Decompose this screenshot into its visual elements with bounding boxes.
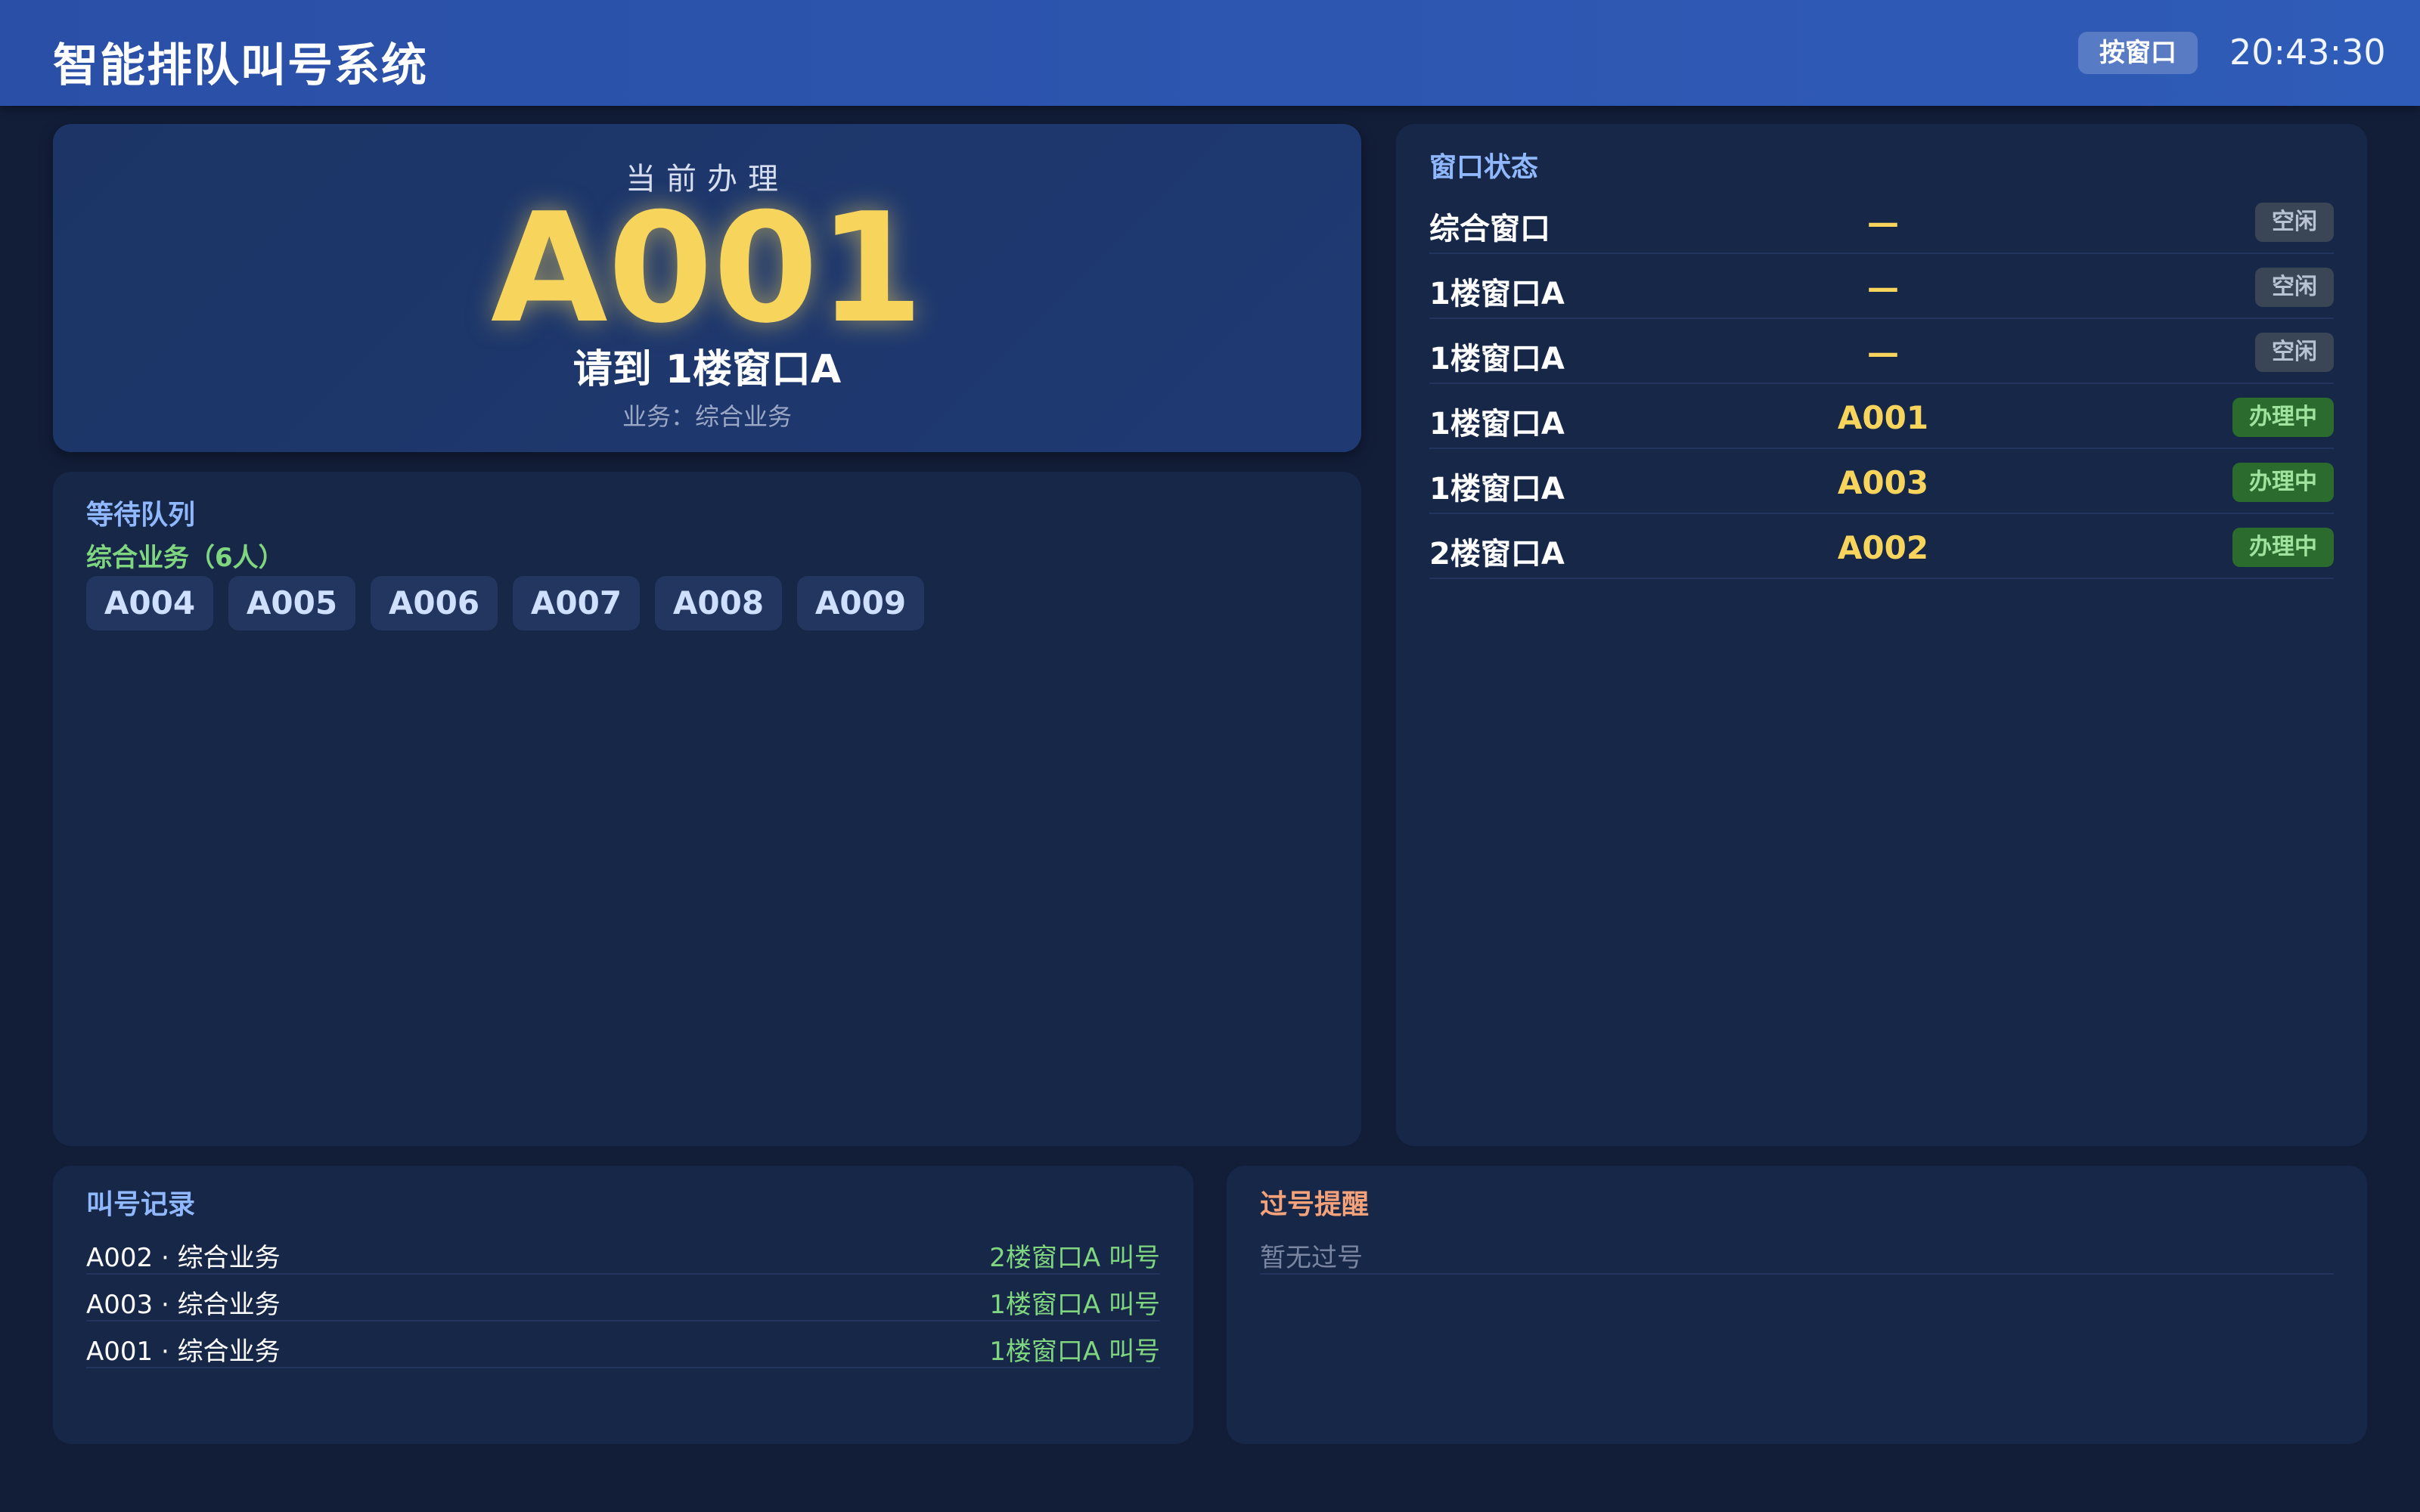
window-status-row: 1楼窗口A — 空闲 — [1429, 319, 2334, 384]
window-status-row: 1楼窗口A A003 办理中 — [1429, 449, 2334, 514]
window-status-row: 2楼窗口A A002 办理中 — [1429, 514, 2334, 579]
call-history-row: A001 · 综合业务 1楼窗口A 叫号 — [86, 1321, 1160, 1368]
window-status-row: 1楼窗口A A001 办理中 — [1429, 384, 2334, 449]
window-name: 1楼窗口A — [1429, 407, 1565, 442]
window-current-ticket: — — [1867, 204, 1899, 241]
missed-empty-row: 暂无过号 — [1260, 1228, 2334, 1275]
history-window-text: 1楼窗口A 叫号 — [989, 1337, 1160, 1367]
status-badge: 办理中 — [2232, 463, 2334, 502]
window-name: 1楼窗口A — [1429, 472, 1565, 507]
window-status-row: 综合窗口 — 空闲 — [1429, 189, 2334, 254]
call-history-row: A002 · 综合业务 2楼窗口A 叫号 — [86, 1228, 1160, 1275]
status-badge: 空闲 — [2255, 333, 2334, 372]
status-badge: 办理中 — [2232, 528, 2334, 567]
current-serving-panel: 当前办理 A001 请到 1楼窗口A 业务：综合业务 — [53, 124, 1361, 452]
queue-ticket-chip: A007 — [513, 576, 640, 631]
app-title: 智能排队叫号系统 — [53, 39, 428, 92]
status-badge: 办理中 — [2232, 398, 2334, 437]
call-history-panel: 叫号记录 A002 · 综合业务 2楼窗口A 叫号 A003 · 综合业务 1楼窗口A… — [53, 1166, 1193, 1444]
queue-ticket-list: A004 A005 A006 A007 A008 A009 — [86, 576, 924, 631]
window-status-panel: 窗口状态 综合窗口 — 空闲 1楼窗口A — 空闲 1楼窗口A — 空闲 1楼窗口A A001 办理中… — [1396, 124, 2367, 1146]
window-current-ticket: A003 — [1837, 464, 1929, 501]
window-current-ticket: A002 — [1837, 529, 1929, 566]
current-service-text: 业务：综合业务 — [622, 402, 792, 431]
call-history-title: 叫号记录 — [86, 1189, 196, 1220]
window-name: 1楼窗口A — [1429, 277, 1565, 311]
status-badge: 空闲 — [2255, 268, 2334, 307]
queue-ticket-chip: A005 — [228, 576, 355, 631]
window-status-row: 1楼窗口A — 空闲 — [1429, 254, 2334, 319]
history-window-text: 2楼窗口A 叫号 — [989, 1243, 1160, 1273]
top-header: 智能排队叫号系统 按窗口 20:43:30 — [0, 0, 2420, 106]
missed-ticket-title: 过号提醒 — [1260, 1189, 1370, 1220]
status-badge: 空闲 — [2255, 203, 2334, 242]
missed-empty-text: 暂无过号 — [1260, 1243, 1363, 1273]
current-window-text: 请到 1楼窗口A — [572, 347, 842, 392]
window-current-ticket: — — [1867, 269, 1899, 306]
window-name: 综合窗口 — [1429, 212, 1550, 246]
queue-ticket-chip: A004 — [86, 576, 213, 631]
clock: 20:43:30 — [2229, 32, 2386, 73]
current-ticket-number: A001 — [490, 181, 924, 357]
window-current-ticket: — — [1867, 334, 1899, 371]
queue-group-label: 综合业务（6人） — [86, 543, 284, 573]
window-name: 2楼窗口A — [1429, 537, 1565, 572]
missed-ticket-panel: 过号提醒 暂无过号 — [1227, 1166, 2367, 1444]
call-history-row: A003 · 综合业务 1楼窗口A 叫号 — [86, 1275, 1160, 1321]
window-status-title: 窗口状态 — [1429, 152, 1539, 183]
history-window-text: 1楼窗口A 叫号 — [989, 1290, 1160, 1320]
mode-toggle-button[interactable]: 按窗口 — [2078, 32, 2198, 74]
history-ticket-text: A003 · 综合业务 — [86, 1290, 281, 1320]
queue-ticket-chip: A009 — [797, 576, 924, 631]
queue-ticket-chip: A006 — [371, 576, 498, 631]
history-ticket-text: A002 · 综合业务 — [86, 1243, 281, 1273]
call-history-list: A002 · 综合业务 2楼窗口A 叫号 A003 · 综合业务 1楼窗口A 叫号 A0… — [86, 1228, 1160, 1368]
history-ticket-text: A001 · 综合业务 — [86, 1337, 281, 1367]
window-status-list: 综合窗口 — 空闲 1楼窗口A — 空闲 1楼窗口A — 空闲 1楼窗口A A001 办理中 1楼窗口A… — [1429, 189, 2334, 579]
queue-ticket-chip: A008 — [655, 576, 782, 631]
window-name: 1楼窗口A — [1429, 342, 1565, 376]
window-current-ticket: A001 — [1837, 399, 1929, 436]
waiting-queue-panel: 等待队列 综合业务（6人） A004 A005 A006 A007 A008 A009 — [53, 472, 1361, 1146]
waiting-queue-title: 等待队列 — [86, 500, 196, 531]
